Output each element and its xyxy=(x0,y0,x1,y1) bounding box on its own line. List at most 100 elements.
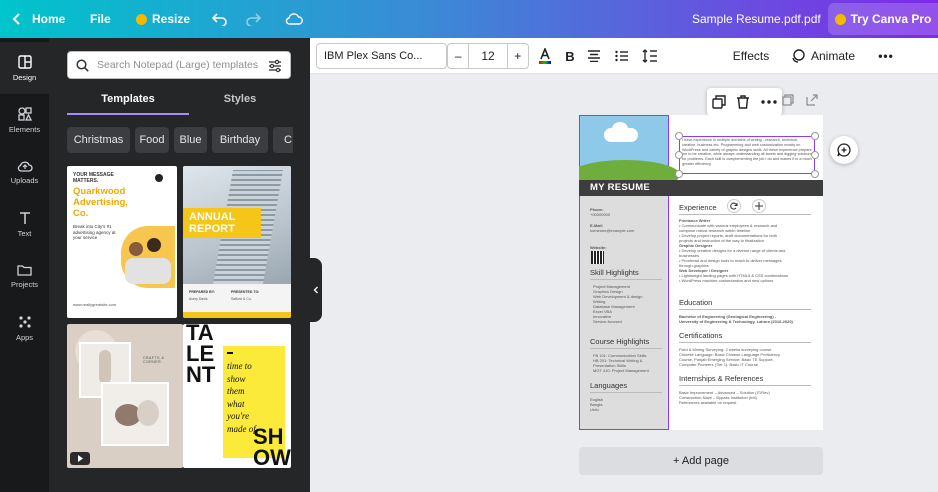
list-button[interactable] xyxy=(612,43,632,69)
about-text[interactable]: I have experience in multiple domains of… xyxy=(682,138,813,172)
chip-blue[interactable]: Blue xyxy=(174,127,207,153)
duplicate-icon[interactable] xyxy=(712,95,726,109)
crown-icon xyxy=(834,13,846,25)
resize-label: Resize xyxy=(152,12,191,26)
template-card-crafts[interactable]: CRAFTS & CORNER xyxy=(67,324,183,468)
template-card-annual-report[interactable]: ANNUAL REPORT PREPARED BY: Avery Davis P… xyxy=(183,166,291,318)
align-button[interactable] xyxy=(584,43,604,69)
font-size-input[interactable]: 12 xyxy=(469,44,506,68)
resume-page[interactable]: MY RESUME Phone: +00000000 E-Mail: someo… xyxy=(579,115,823,430)
home-label: Home xyxy=(32,12,66,26)
crown-icon xyxy=(136,13,147,25)
animate-button[interactable]: Animate xyxy=(790,43,856,69)
resize-button[interactable]: Resize xyxy=(136,0,190,38)
sky-graphic xyxy=(579,116,680,190)
comment-button[interactable] xyxy=(830,136,858,164)
course-item: HB 201: Technical Writing & Presentation… xyxy=(593,358,643,368)
chip-birthday[interactable]: Birthday xyxy=(212,127,268,153)
resize-handle[interactable] xyxy=(811,151,819,159)
divider xyxy=(679,385,811,386)
home-button[interactable]: Home xyxy=(12,0,65,38)
exp-line: • WordPress machine customization and ne… xyxy=(679,278,774,283)
cloud-icon xyxy=(285,13,303,25)
undo-icon xyxy=(212,13,227,26)
redo-button[interactable] xyxy=(245,0,261,38)
courses-heading: Course Highlights xyxy=(590,337,650,346)
chip-christmas[interactable]: Christmas xyxy=(67,127,130,153)
trash-icon[interactable] xyxy=(736,95,750,109)
rail-item-uploads[interactable]: Uploads xyxy=(0,146,49,198)
try-pro-button[interactable]: Try Canva Pro xyxy=(828,3,938,35)
font-family-dropdown[interactable]: IBM Plex Sans Co... xyxy=(316,43,447,69)
skill-item: Service-focused xyxy=(593,319,622,324)
resize-handle[interactable] xyxy=(811,170,819,178)
list-icon xyxy=(615,50,628,62)
template-headline: YOUR MESSAGE MATTERS. xyxy=(73,172,114,184)
certifications-list: Field & Mining Surveying: 2 weeks survey… xyxy=(679,347,813,367)
spacing-button[interactable] xyxy=(640,43,660,69)
apps-icon xyxy=(18,315,31,328)
rotate-button[interactable] xyxy=(727,199,741,213)
cert-line: Computer Pioneers (Tier 1): Basic IT Cou… xyxy=(679,362,758,367)
cloud-save-button[interactable] xyxy=(285,0,303,38)
template-title: ANNUAL REPORT xyxy=(189,211,236,235)
resize-handle[interactable] xyxy=(675,132,683,140)
more-icon[interactable] xyxy=(761,99,777,105)
tab-templates[interactable]: Templates xyxy=(72,90,184,105)
effects-button[interactable]: Effects xyxy=(722,43,780,69)
move-button[interactable] xyxy=(752,199,766,213)
rail-label: Projects xyxy=(10,279,39,289)
bold-button[interactable]: B xyxy=(560,43,580,69)
resize-handle[interactable] xyxy=(811,132,819,140)
resize-handle[interactable] xyxy=(675,151,683,159)
resume-title[interactable]: MY RESUME xyxy=(590,182,650,193)
bottom-band xyxy=(183,312,291,318)
file-menu[interactable]: File xyxy=(90,0,111,38)
email-value: someone@example.com xyxy=(590,228,635,233)
more-options-button[interactable]: ••• xyxy=(876,43,896,69)
search-input[interactable]: Search Notepad (Large) templates xyxy=(97,59,258,71)
bowl-photo xyxy=(101,382,169,446)
add-page-button[interactable]: + Add page xyxy=(579,447,823,475)
skills-heading: Skill Highlights xyxy=(590,268,639,277)
rail-item-text[interactable]: Text xyxy=(0,198,49,250)
template-line: time to xyxy=(227,361,252,371)
panel-tabs: Templates Styles xyxy=(67,90,291,116)
collapse-panel-handle[interactable] xyxy=(310,258,322,322)
element-toolbar xyxy=(707,88,782,116)
rail-item-elements[interactable]: Elements xyxy=(0,94,49,146)
upload-cloud-icon xyxy=(17,161,33,172)
filter-icon[interactable] xyxy=(268,59,282,73)
rail-label: Design xyxy=(12,72,37,82)
template-card-quarkwood[interactable]: YOUR MESSAGE MATTERS. Quarkwood Advertis… xyxy=(67,166,177,318)
chip-more[interactable]: C xyxy=(273,127,293,153)
copy-page-icon[interactable] xyxy=(782,94,794,106)
template-footer: www.reallygreatsite.com xyxy=(73,302,117,307)
chip-food[interactable]: Food xyxy=(135,127,169,153)
template-card-talent[interactable]: TALENT time to show them what you're mad… xyxy=(183,324,291,468)
animate-label: Animate xyxy=(810,49,856,63)
font-size-increase-button[interactable]: + xyxy=(506,44,528,68)
template-line: you're xyxy=(227,411,250,421)
photo-placeholder xyxy=(121,226,175,288)
add-page-icon[interactable] xyxy=(806,94,818,106)
internships-heading: Internships & References xyxy=(679,374,764,383)
tab-styles[interactable]: Styles xyxy=(184,90,296,105)
divider xyxy=(679,342,811,343)
template-word-bottom: SHOW xyxy=(253,424,291,469)
editor-canvas[interactable]: MY RESUME Phone: +00000000 E-Mail: someo… xyxy=(310,74,938,492)
intern-line: References available on request xyxy=(679,400,737,405)
phone-value: +00000000 xyxy=(590,212,611,217)
document-title[interactable]: Sample Resume.pdf.pdf xyxy=(692,0,821,38)
rail-item-design[interactable]: Design xyxy=(0,42,49,94)
resize-handle[interactable] xyxy=(675,170,683,178)
font-size-decrease-button[interactable]: – xyxy=(448,44,470,68)
text-color-button[interactable] xyxy=(535,43,555,69)
elements-icon xyxy=(17,106,32,121)
template-line: what xyxy=(227,398,245,409)
rail-item-apps[interactable]: Apps xyxy=(0,302,49,354)
text-color-icon xyxy=(539,48,551,64)
rail-item-projects[interactable]: Projects xyxy=(0,250,49,302)
search-bar[interactable]: Search Notepad (Large) templates xyxy=(67,51,291,79)
undo-button[interactable] xyxy=(212,0,228,38)
